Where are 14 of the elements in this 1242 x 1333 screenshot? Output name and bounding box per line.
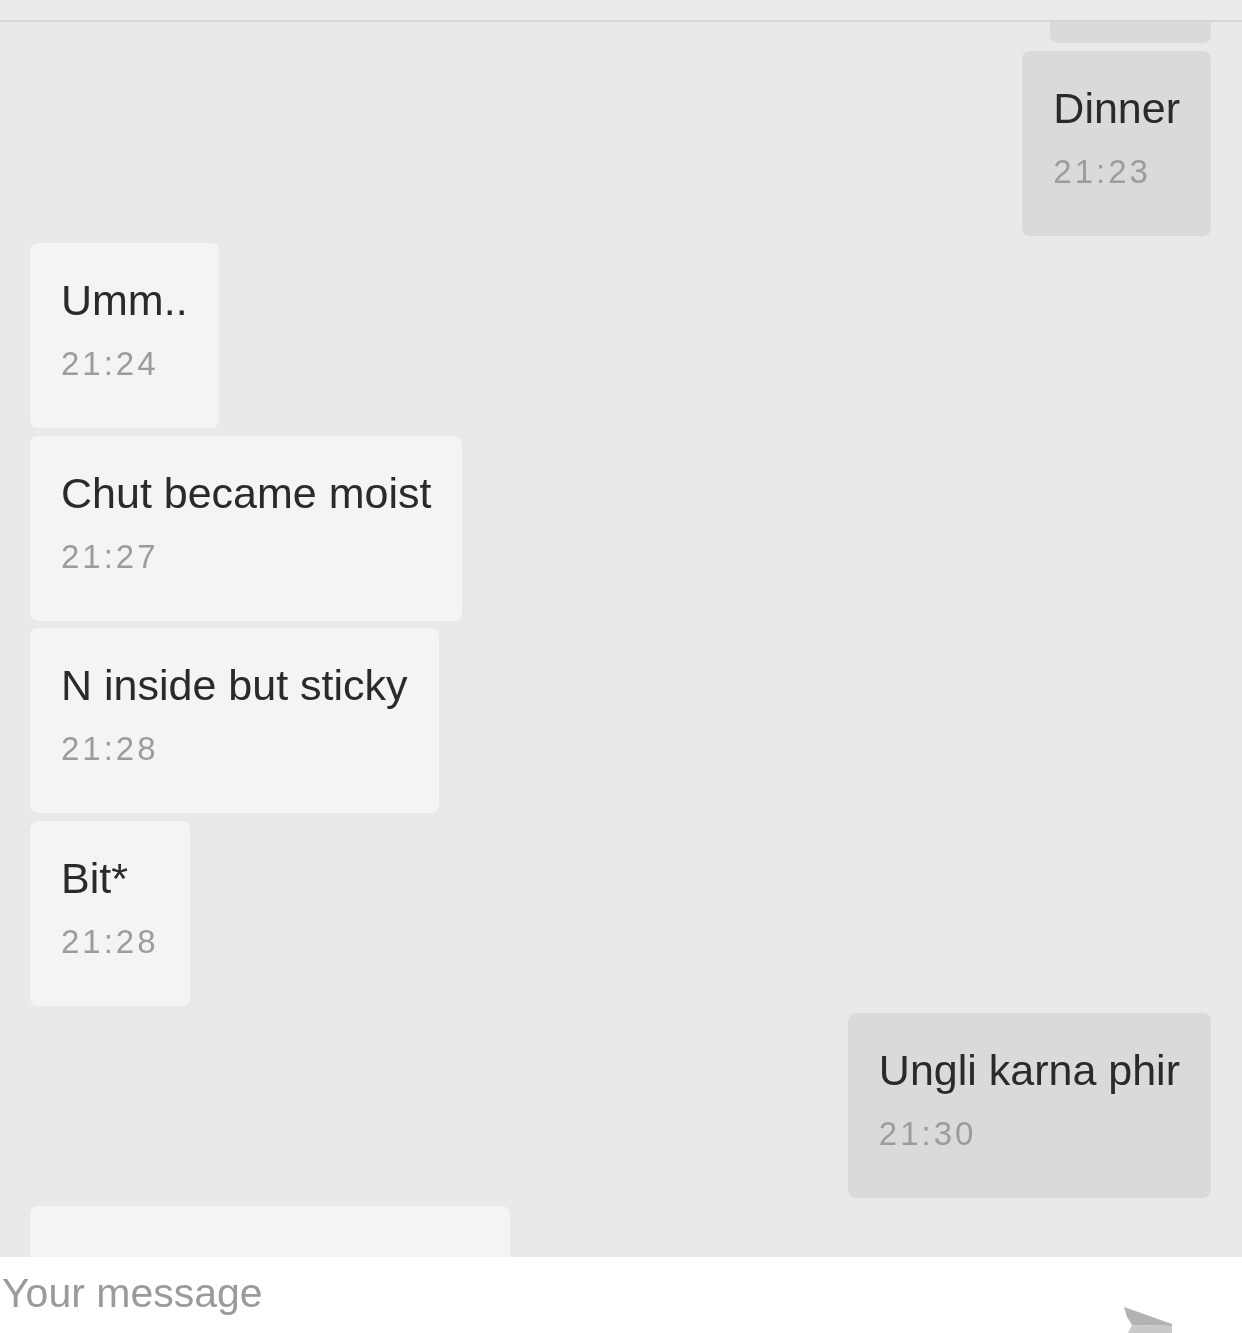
- message-time: 21:28: [61, 729, 160, 769]
- message-time: 21:30: [878, 1114, 978, 1154]
- message-time: 21:24: [61, 344, 160, 384]
- message-text: Chut became moist: [61, 467, 432, 519]
- send-icon[interactable]: [1124, 1307, 1172, 1333]
- message-text: Dinner: [1053, 82, 1180, 134]
- message-text: Bit*: [61, 852, 129, 904]
- message-text: N inside but sticky: [61, 660, 408, 711]
- message-input[interactable]: Your message: [0, 1257, 1242, 1333]
- message-time: 21:28: [61, 921, 159, 962]
- message-text: Ungli karna phir: [878, 1045, 1180, 1096]
- message-time: 21:27: [61, 536, 160, 577]
- message-text: Umm..: [61, 275, 188, 326]
- message-time: 21:23: [1053, 151, 1152, 192]
